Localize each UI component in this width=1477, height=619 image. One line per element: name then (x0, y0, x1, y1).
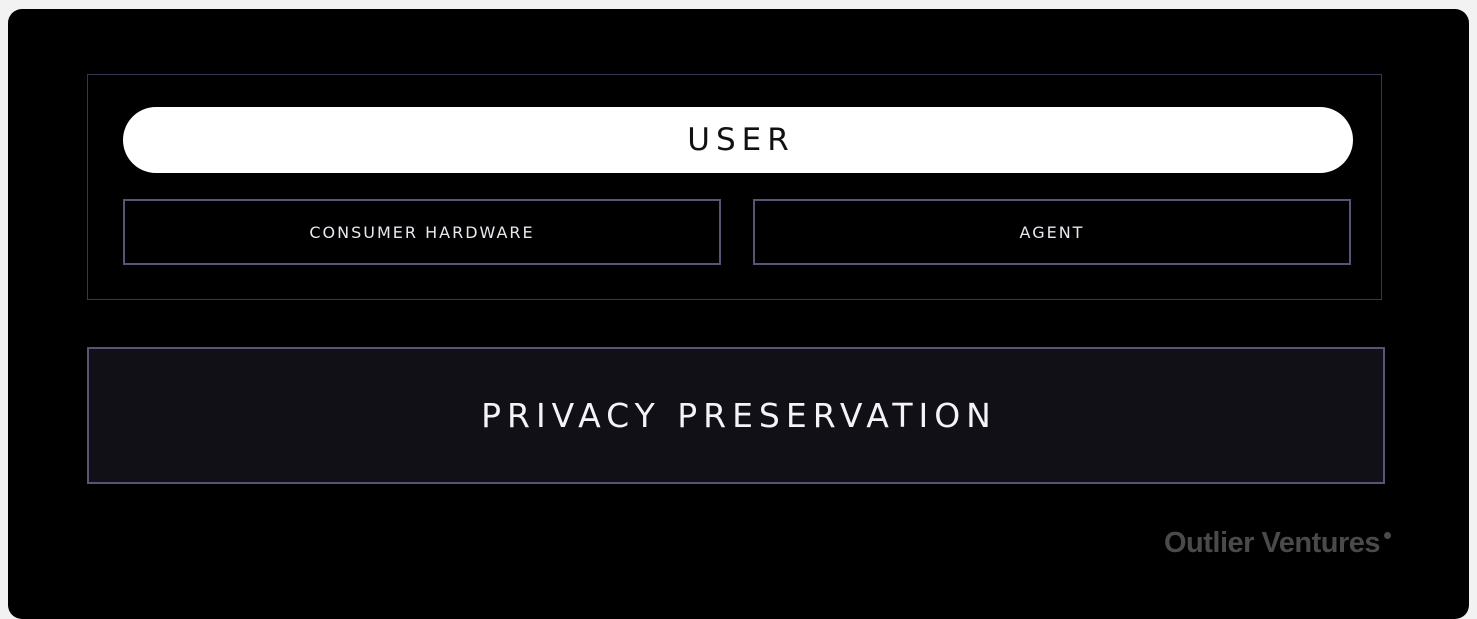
agent-node: AGENT (753, 199, 1351, 265)
consumer-hardware-node: CONSUMER HARDWARE (123, 199, 721, 265)
agent-label: AGENT (1019, 222, 1085, 242)
user-node: USER (123, 107, 1353, 173)
brand-dot-icon (1384, 532, 1391, 539)
diagram-canvas: USER CONSUMER HARDWARE AGENT PRIVACY PRE… (8, 9, 1469, 619)
user-node-label: USER (687, 122, 795, 158)
privacy-preservation-label: PRIVACY PRESERVATION (481, 396, 997, 435)
brand-logo-text: Outlier Ventures (1163, 527, 1381, 559)
consumer-hardware-label: CONSUMER HARDWARE (309, 222, 535, 242)
privacy-preservation-node: PRIVACY PRESERVATION (87, 347, 1385, 484)
outlier-ventures-logo: Outlier Ventures (1164, 527, 1391, 560)
